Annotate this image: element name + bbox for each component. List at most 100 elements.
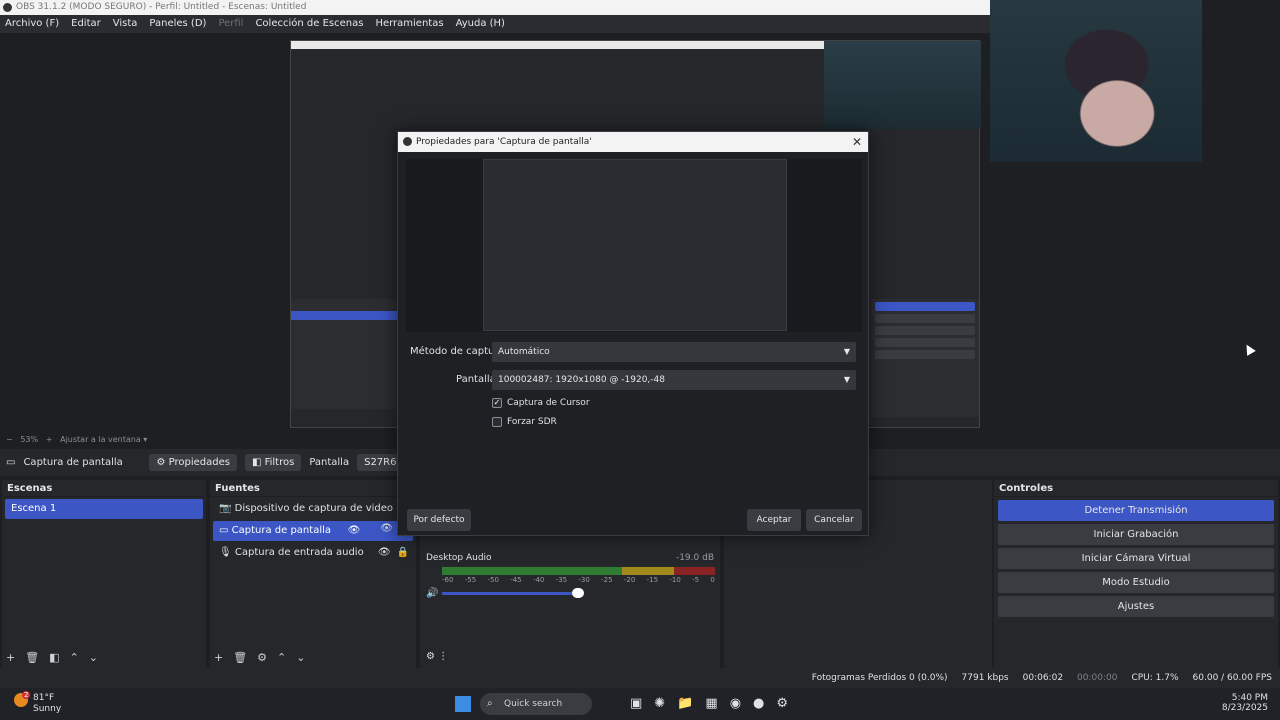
clock[interactable]: 5:40 PM 8/23/2025 — [1222, 693, 1268, 713]
accept-button[interactable]: Aceptar — [747, 509, 801, 531]
dialog-titlebar: Propiedades para 'Captura de pantalla' ✕ — [398, 132, 868, 152]
controls-title: Controles — [994, 480, 1278, 497]
source-label: Captura de pantalla — [231, 525, 332, 536]
speaker-icon[interactable]: 🔊 — [426, 588, 438, 599]
menu-editar[interactable]: Editar — [71, 15, 101, 33]
filters-button[interactable]: ◧ Filtros — [244, 454, 302, 471]
volume-slider-handle[interactable] — [572, 588, 584, 598]
selected-source-name: Captura de pantalla — [23, 457, 123, 468]
nested-control — [875, 314, 975, 323]
sources-dock: Fuentes 📷 Dispositivo de captura de vide… — [210, 480, 416, 668]
meter-tick: -60 — [442, 576, 454, 584]
taskbar-search[interactable]: Quick search — [480, 693, 592, 715]
checkbox-checked[interactable]: ✓ — [492, 398, 502, 408]
chevron-down-icon: ▼ — [843, 375, 850, 384]
fps: 60.00 / 60.00 FPS — [1192, 673, 1272, 683]
settings-button[interactable]: Ajustes — [998, 596, 1274, 617]
fit-window-label[interactable]: Ajustar a la ventana — [60, 435, 141, 444]
menu-herramientas[interactable]: Herramientas — [375, 15, 443, 33]
weather-desc: Sunny — [33, 704, 62, 714]
properties-dialog: Propiedades para 'Captura de pantalla' ✕… — [397, 131, 869, 536]
cursor-label: Captura de Cursor — [507, 398, 590, 408]
eye-icon[interactable]: 👁 — [380, 519, 393, 539]
meter-tick: -30 — [578, 576, 590, 584]
source-label: Captura de entrada audio — [234, 547, 364, 558]
menu-coleccion[interactable]: Colección de Escenas — [255, 15, 363, 33]
bitrate: 7791 kbps — [961, 673, 1009, 683]
checkbox-unchecked[interactable] — [492, 417, 502, 427]
screen-select[interactable]: 100002487: 1920x1080 @ -1920,-48 ▼ — [492, 370, 856, 390]
sdr-label: Forzar SDR — [507, 417, 557, 427]
source-label: Dispositivo de captura de video — [234, 503, 394, 514]
meter-tick: -15 — [646, 576, 659, 584]
file-explorer-icon[interactable]: 📁 — [677, 696, 693, 711]
menu-paneles[interactable]: Paneles (D) — [149, 15, 206, 33]
start-icon[interactable] — [455, 696, 471, 712]
menu-vista[interactable]: Vista — [113, 15, 138, 33]
start-virtual-camera-button[interactable]: Iniciar Cámara Virtual — [998, 548, 1274, 569]
defaults-button[interactable]: Por defecto — [407, 509, 471, 531]
source-item[interactable]: 🎙 Captura de entrada audio 🔒 👁 — [213, 543, 413, 563]
cancel-button[interactable]: Cancelar — [806, 509, 862, 531]
edge-icon[interactable]: ◉ — [730, 696, 741, 711]
zoom-value: 53% — [20, 435, 39, 444]
eye-icon[interactable]: 👁 — [378, 543, 391, 563]
nested-control — [875, 326, 975, 335]
dialog-title: Propiedades para 'Captura de pantalla' — [416, 137, 592, 147]
scene-item[interactable]: Escena 1 — [5, 499, 203, 519]
start-recording-button[interactable]: Iniciar Grabación — [998, 524, 1274, 545]
scenes-dock: Escenas Escena 1 +🗑◧⌃⌄ — [2, 480, 206, 668]
zoom-out-button[interactable]: − — [6, 435, 13, 444]
meter-tick: -50 — [487, 576, 499, 584]
menu-bar: Archivo (F) Editar Vista Paneles (D) Per… — [0, 15, 990, 33]
menu-archivo[interactable]: Archivo (F) — [5, 15, 59, 33]
eye-icon[interactable]: 👁 — [348, 521, 361, 541]
meter-tick: -25 — [601, 576, 613, 584]
settings-icon[interactable]: ⚙ — [776, 696, 788, 711]
nested-titlebar — [291, 41, 824, 49]
sdr-checkbox[interactable]: Forzar SDR — [492, 417, 557, 427]
monitor-icon: ▭ — [6, 457, 16, 468]
studio-mode-button[interactable]: Modo Estudio — [998, 572, 1274, 593]
source-item[interactable]: 📷 Dispositivo de captura de video 👁 — [213, 499, 413, 534]
nested-webcam — [824, 41, 981, 129]
lock-icon[interactable]: 🔒 — [397, 543, 409, 563]
meter-tick: -35 — [555, 576, 568, 584]
mixer-settings-icon[interactable]: ⚙ ⋮ — [426, 651, 448, 662]
capture-method-select[interactable]: Automático ▼ — [492, 342, 856, 362]
menu-ayuda[interactable]: Ayuda (H) — [456, 15, 505, 33]
cursor-checkbox[interactable]: ✓ Captura de Cursor — [492, 398, 590, 408]
nested-control — [875, 350, 975, 359]
sources-title: Fuentes — [210, 480, 416, 497]
window-title: OBS 31.1.2 (MODO SEGURO) - Perfil: Untit… — [16, 2, 307, 12]
menu-perfil[interactable]: Perfil — [218, 15, 243, 33]
webcam-feed — [990, 0, 1202, 162]
task-view-icon[interactable]: ▣ — [630, 696, 642, 711]
zoom-in-button[interactable]: + — [46, 435, 53, 444]
obs-icon[interactable]: ● — [753, 696, 764, 711]
store-icon[interactable]: ▦ — [705, 696, 717, 711]
weather-badge: 2 — [22, 691, 31, 699]
scenes-title: Escenas — [2, 480, 206, 497]
sources-toolbar[interactable]: +🗑⚙⌃⌄ — [214, 651, 315, 664]
nested-control — [875, 338, 975, 347]
dialog-preview — [406, 159, 862, 332]
preview-screenshot — [483, 159, 787, 331]
taskbar: 2 81°F Sunny Quick search ⌕ ▣ ✺ 📁 ▦ ◉ ● ⚙ 5:40… — [0, 688, 1280, 720]
volume-slider[interactable] — [442, 592, 582, 595]
close-icon[interactable]: ✕ — [852, 132, 862, 152]
obs-logo-icon — [403, 137, 412, 146]
cpu-usage: CPU: 1.7% — [1131, 673, 1179, 683]
meter-tick: -45 — [510, 576, 522, 584]
filters-label: Filtros — [264, 457, 295, 468]
time: 5:40 PM — [1231, 693, 1268, 703]
volume-meter — [442, 567, 715, 575]
nested-control — [875, 302, 975, 311]
dropped-frames: Fotogramas Perdidos 0 (0.0%) — [811, 673, 948, 683]
record-time: 00:00:00 — [1077, 673, 1118, 683]
weather-temp: 81°F — [33, 693, 55, 703]
scenes-toolbar[interactable]: +🗑◧⌃⌄ — [6, 651, 108, 664]
properties-button[interactable]: ⚙ Propiedades — [149, 454, 237, 471]
copilot-icon[interactable]: ✺ — [654, 696, 665, 711]
stop-stream-button[interactable]: Detener Transmisión — [998, 500, 1274, 521]
